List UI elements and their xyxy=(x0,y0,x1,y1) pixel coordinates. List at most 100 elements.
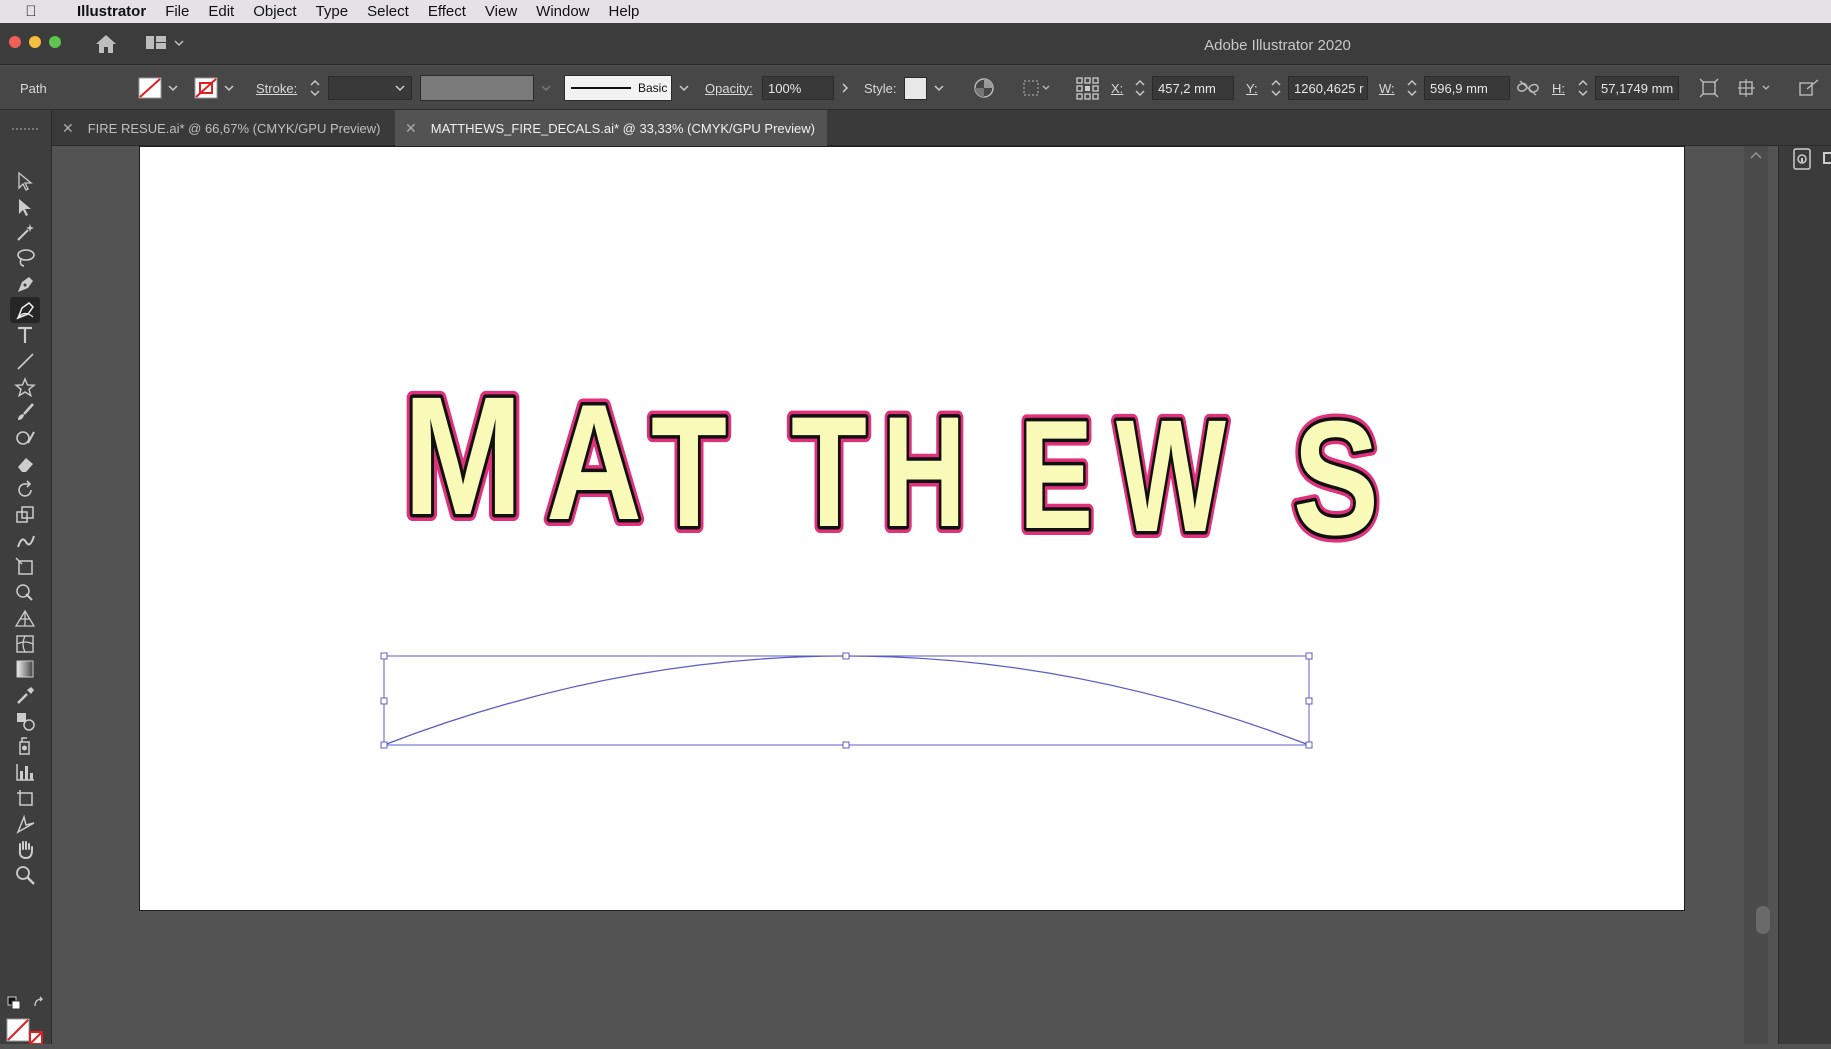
tab-fire-resue[interactable]: ✕ FIRE RESUE.ai* @ 66,67% (CMYK/GPU Prev… xyxy=(52,110,394,146)
control-panel-menu-icon[interactable] xyxy=(1797,66,1821,110)
menu-help[interactable]: Help xyxy=(609,3,640,20)
close-tab-icon[interactable]: ✕ xyxy=(62,120,74,137)
opacity-field[interactable]: 100% xyxy=(762,76,834,100)
close-tab-icon[interactable]: ✕ xyxy=(405,120,417,137)
gradient-icon[interactable] xyxy=(10,656,40,682)
menu-object[interactable]: Object xyxy=(253,3,296,20)
swap-fill-stroke-icon[interactable] xyxy=(32,996,46,1010)
style-chevron-icon[interactable] xyxy=(933,66,945,110)
recolor-artwork-icon[interactable] xyxy=(973,66,995,110)
isolate-object-icon[interactable] xyxy=(1737,66,1773,110)
brush-chevron-icon[interactable] xyxy=(678,66,690,110)
menu-select[interactable]: Select xyxy=(367,3,409,20)
bounding-box-handle[interactable] xyxy=(380,652,388,660)
eraser-icon[interactable] xyxy=(10,451,40,477)
reference-point-icon[interactable] xyxy=(1075,66,1099,110)
artboard[interactable]: MMAATTTTHHEEWWSS xyxy=(139,146,1685,911)
selected-arc-path[interactable] xyxy=(380,652,1313,749)
stroke-swatch[interactable] xyxy=(194,66,218,110)
letter-w[interactable]: W xyxy=(1113,383,1230,569)
w-field[interactable]: 596,9 mm xyxy=(1424,76,1510,100)
zoom-icon[interactable] xyxy=(10,862,40,888)
shaper-icon[interactable] xyxy=(10,425,40,451)
constrain-proportions-link-icon[interactable] xyxy=(1516,66,1540,110)
scrollbar-thumb[interactable] xyxy=(1756,906,1770,934)
paintbrush-icon[interactable] xyxy=(10,399,40,425)
selection-icon[interactable] xyxy=(10,168,40,194)
y-label[interactable]: Y: xyxy=(1246,66,1258,110)
bounding-box-handle[interactable] xyxy=(842,652,850,660)
w-label[interactable]: W: xyxy=(1379,66,1395,110)
type-icon[interactable] xyxy=(10,322,40,348)
apple-icon[interactable]:  xyxy=(18,3,44,20)
magic-wand-icon[interactable] xyxy=(10,219,40,245)
stroke-label[interactable]: Stroke: xyxy=(256,66,297,110)
curvature-icon[interactable] xyxy=(10,296,40,323)
panel-tab-icon[interactable] xyxy=(1823,152,1831,164)
matthews-lettering[interactable]: MM AA TT TT HH EE WW SS xyxy=(396,354,1386,576)
tools-panel-grip[interactable] xyxy=(12,128,38,130)
h-stepper[interactable] xyxy=(1577,66,1589,110)
letter-a[interactable]: A xyxy=(543,367,646,558)
bounding-box-handle[interactable] xyxy=(1305,652,1313,660)
align-to-selection-icon[interactable] xyxy=(1022,66,1052,110)
symbol-sprayer-icon[interactable] xyxy=(10,733,40,759)
w-stepper[interactable] xyxy=(1406,66,1418,110)
shape-builder-icon[interactable] xyxy=(10,579,40,605)
graph-icon[interactable] xyxy=(10,759,40,785)
fill-swatch[interactable] xyxy=(138,66,162,110)
mesh-icon[interactable] xyxy=(10,631,40,657)
lasso-icon[interactable] xyxy=(10,245,40,271)
blend-icon[interactable] xyxy=(10,708,40,734)
menu-edit[interactable]: Edit xyxy=(208,3,234,20)
menu-type[interactable]: Type xyxy=(316,3,349,20)
tab-matthews-fire-decals[interactable]: ✕ MATTHEWS_FIRE_DECALS.ai* @ 33,33% (CMY… xyxy=(395,110,827,146)
menu-effect[interactable]: Effect xyxy=(428,3,466,20)
opacity-label[interactable]: Opacity: xyxy=(705,66,753,110)
letter-h[interactable]: H xyxy=(879,381,970,564)
x-stepper[interactable] xyxy=(1134,66,1146,110)
letter-e[interactable]: E xyxy=(1016,385,1097,565)
bounding-box-handle[interactable] xyxy=(842,741,850,749)
bounding-box-handle[interactable] xyxy=(380,741,388,749)
letter-t[interactable]: T xyxy=(648,381,731,564)
menu-window[interactable]: Window xyxy=(536,3,589,20)
line-segment-icon[interactable] xyxy=(10,348,40,374)
eyedropper-icon[interactable] xyxy=(10,682,40,708)
pen-icon[interactable] xyxy=(10,271,40,297)
menu-view[interactable]: View xyxy=(485,3,517,20)
stroke-weight-chevron-icon[interactable] xyxy=(394,66,406,110)
slice-icon[interactable] xyxy=(10,811,40,837)
h-label[interactable]: H: xyxy=(1552,66,1565,110)
stroke-weight-stepper[interactable] xyxy=(309,66,321,110)
x-label[interactable]: X: xyxy=(1111,66,1123,110)
x-field[interactable]: 457,2 mm xyxy=(1152,76,1234,100)
artboard-icon[interactable] xyxy=(10,785,40,811)
letter-t[interactable]: T xyxy=(788,381,871,564)
fill-dropdown-chevron-icon[interactable] xyxy=(167,66,179,110)
letter-s[interactable]: S xyxy=(1290,385,1383,573)
menu-file[interactable]: File xyxy=(165,3,189,20)
y-field[interactable]: 1260,4625 r xyxy=(1288,76,1368,100)
bounding-box-handle[interactable] xyxy=(1305,697,1313,705)
profile-chevron-icon[interactable] xyxy=(540,66,552,110)
h-field[interactable]: 57,1749 mm xyxy=(1595,76,1679,100)
menu-app-name[interactable]: Illustrator xyxy=(77,3,146,20)
fill-stroke-swatches[interactable] xyxy=(6,1018,46,1045)
warp-icon[interactable] xyxy=(10,528,40,554)
bounding-box-handle[interactable] xyxy=(380,697,388,705)
brush-definition[interactable]: Basic xyxy=(564,75,672,101)
letter-m[interactable]: M xyxy=(400,358,527,554)
stroke-dropdown-chevron-icon[interactable] xyxy=(223,66,235,110)
star-icon[interactable] xyxy=(10,374,40,400)
direct-selection-icon[interactable] xyxy=(10,194,40,220)
properties-panel-icon[interactable] xyxy=(1791,146,1817,172)
artwork-svg[interactable]: MM AA TT TT HH EE WW SS xyxy=(140,147,1686,912)
hand-icon[interactable] xyxy=(10,836,40,862)
rotate-icon[interactable] xyxy=(10,476,40,502)
perspective-grid-icon[interactable] xyxy=(10,605,40,631)
variable-width-profile[interactable] xyxy=(420,75,534,101)
graphic-style-swatch[interactable] xyxy=(904,76,927,100)
scroll-up-icon[interactable] xyxy=(1744,146,1768,166)
default-fill-stroke-icon[interactable] xyxy=(7,996,21,1010)
